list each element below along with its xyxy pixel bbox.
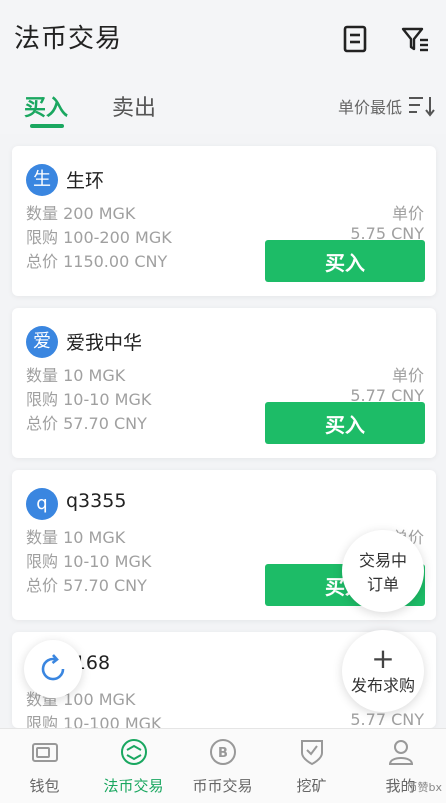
bottom-nav: 钱包 法币交易 B 币币交易 挖矿 我的 币赞bx	[0, 728, 446, 803]
merchant-name: q3355	[66, 490, 127, 512]
order-total: 总价 57.70 CNY	[26, 576, 147, 595]
tab-buy[interactable]: 买入	[24, 90, 68, 122]
nav-item-mining[interactable]: 挖矿	[267, 737, 356, 796]
unit-price-label: 单价	[391, 204, 424, 223]
trading-orders-button[interactable]: 交易中 订单	[342, 530, 424, 612]
nav-label-fiat: 法币交易	[103, 777, 164, 795]
nav-label-coin: 币币交易	[192, 777, 253, 795]
avatar: 生	[26, 164, 58, 196]
plus-icon: +	[371, 642, 395, 675]
order-quantity: 数量 10 MGK	[26, 366, 126, 385]
sort-toggle[interactable]: 单价最低	[338, 94, 436, 118]
trading-orders-label-line1: 交易中	[358, 551, 407, 570]
order-card: 爱 爱我中华 数量 10 MGK 限购 10-10 MGK 总价 57.70 C…	[12, 308, 436, 458]
order-limit: 限购 10-10 MGK	[26, 552, 152, 571]
active-tab-indicator	[30, 124, 64, 128]
nav-label-mining: 挖矿	[296, 777, 327, 795]
filter-icon[interactable]	[400, 24, 430, 54]
sort-label: 单价最低	[337, 98, 402, 117]
order-total: 总价 1150.00 CNY	[26, 252, 168, 271]
refresh-icon	[41, 654, 65, 681]
nav-item-fiat[interactable]: 法币交易	[89, 737, 178, 796]
sort-descending-icon	[409, 97, 435, 117]
bitcoin-icon: B	[209, 739, 236, 765]
avatar: q	[26, 488, 58, 520]
order-card: 生 生环 数量 200 MGK 限购 100-200 MGK 总价 1150.0…	[12, 146, 436, 296]
unit-price-label: 单价	[391, 366, 424, 385]
nav-item-wallet[interactable]: 钱包	[0, 737, 89, 796]
watermark: 币赞bx	[406, 781, 443, 794]
order-quantity: 数量 200 MGK	[26, 204, 136, 223]
avatar: 爱	[26, 326, 58, 358]
shield-check-icon	[300, 740, 323, 766]
trading-orders-label-line2: 订单	[366, 575, 399, 594]
order-quantity: 数量 10 MGK	[26, 528, 126, 547]
order-total: 总价 57.70 CNY	[26, 414, 147, 433]
nav-label-wallet: 钱包	[29, 777, 60, 795]
nav-item-coin[interactable]: B 币币交易	[178, 737, 267, 796]
buy-button[interactable]: 买入	[265, 240, 425, 282]
user-icon	[388, 740, 413, 765]
refresh-button[interactable]	[24, 640, 82, 698]
tab-sell[interactable]: 卖出	[112, 90, 156, 122]
order-limit: 限购 100-200 MGK	[26, 228, 172, 247]
wallet-icon	[31, 743, 58, 762]
publish-request-label: 发布求购	[350, 676, 415, 695]
merchant-name: 爱我中华	[66, 332, 143, 354]
svg-text:B: B	[218, 746, 228, 761]
fiat-exchange-icon	[120, 739, 147, 765]
merchant-name: 生环	[66, 170, 105, 192]
trade-tabs: 买入 卖出 单价最低	[0, 78, 446, 134]
app-header: 法币交易	[0, 0, 446, 78]
unit-price: 5.77 CNY	[350, 710, 424, 729]
orders-list-icon[interactable]	[340, 24, 370, 54]
publish-request-button[interactable]: + 发布求购	[342, 630, 424, 712]
buy-button[interactable]: 买入	[265, 402, 425, 444]
order-limit: 限购 10-10 MGK	[26, 390, 152, 409]
page-title: 法币交易	[14, 24, 123, 54]
